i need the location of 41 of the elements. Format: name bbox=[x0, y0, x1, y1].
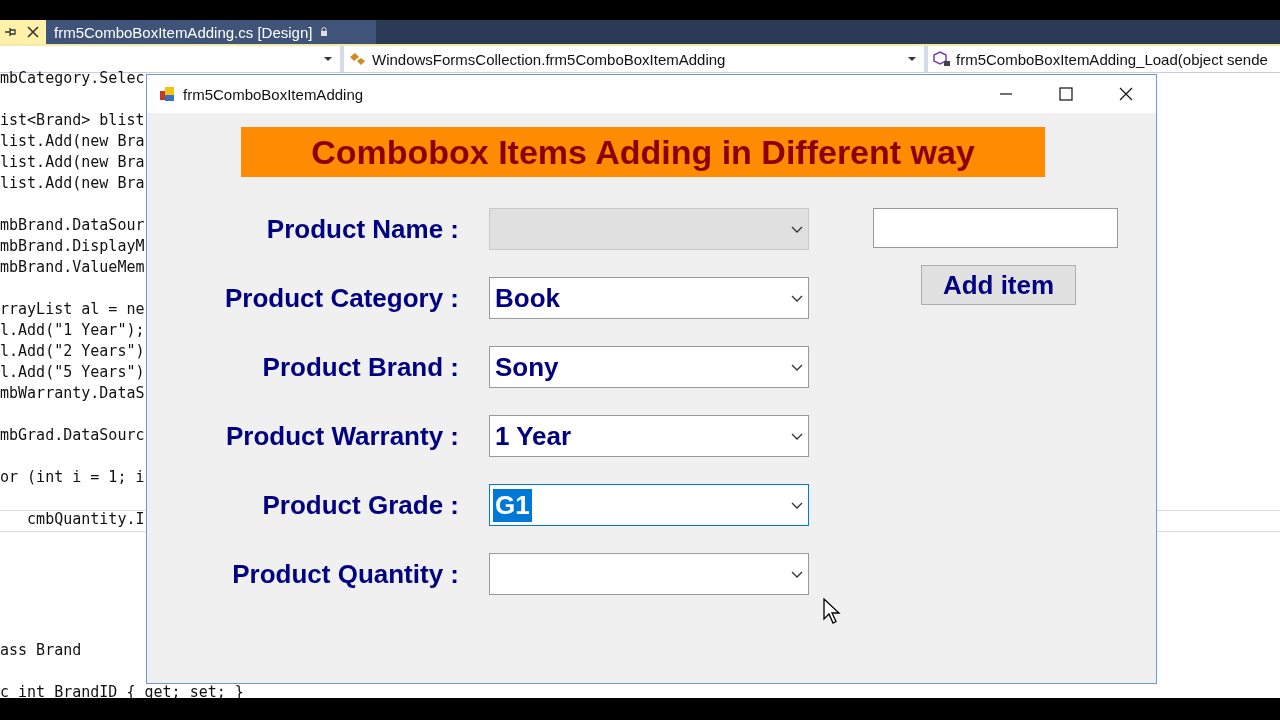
code-line: mbBrand.DataSour bbox=[0, 215, 145, 236]
code-line: list.Add(new Bra bbox=[0, 152, 145, 173]
code-line: list.Add(new Bra bbox=[0, 131, 145, 152]
code-line: ist<Brand> blist bbox=[0, 110, 145, 131]
combo-box[interactable]: Book bbox=[489, 277, 809, 319]
lock-icon bbox=[320, 27, 329, 37]
field-label: Product Brand : bbox=[261, 351, 459, 383]
close-icon[interactable] bbox=[20, 20, 46, 44]
code-line: mbWarranty.DataS bbox=[0, 383, 145, 404]
class-icon bbox=[348, 51, 368, 67]
field-label: Product Warranty : bbox=[224, 420, 459, 452]
mouse-cursor-icon bbox=[823, 598, 841, 624]
field-label: Product Name : bbox=[265, 213, 459, 245]
combo-box[interactable]: G1 bbox=[489, 484, 809, 526]
code-line: cmbQuantity.I bbox=[26, 509, 145, 530]
method-icon bbox=[932, 50, 952, 68]
item-input[interactable] bbox=[873, 208, 1118, 248]
code-line: l.Add("1 Year"); bbox=[0, 320, 145, 341]
editor-tab[interactable]: frm5ComboBoxItemAdding.cs [Design] bbox=[46, 20, 376, 44]
combo-box[interactable]: 1 Year bbox=[489, 415, 809, 457]
pin-icon[interactable] bbox=[0, 20, 20, 44]
form-icon bbox=[159, 86, 175, 102]
code-line: ass Brand bbox=[0, 643, 82, 657]
code-line: l.Add("5 Years") bbox=[0, 362, 145, 383]
field-label: Product Grade : bbox=[261, 489, 459, 521]
member-dropdown[interactable]: frm5ComboBoxItemAdding_Load(object sende bbox=[928, 46, 1280, 72]
banner-title: Combobox Items Adding in Different way bbox=[241, 127, 1045, 177]
add-item-button[interactable]: Add item bbox=[921, 265, 1076, 305]
code-line: mbGrad.DataSourc bbox=[0, 425, 145, 446]
code-line: or (int i = 1; i bbox=[0, 467, 145, 488]
code-line: mbCategory.Selec bbox=[0, 68, 145, 89]
code-line: l.Add("2 Years") bbox=[0, 341, 145, 362]
combo-box[interactable] bbox=[489, 553, 809, 595]
combo-box[interactable]: Sony bbox=[489, 346, 809, 388]
code-line: mbBrand.ValueMem bbox=[0, 257, 145, 278]
code-line: rrayList al = ne bbox=[0, 299, 145, 320]
code-line: mbBrand.DisplayM bbox=[0, 236, 145, 257]
field-label: Product Category : bbox=[223, 282, 459, 314]
code-line: list.Add(new Bra bbox=[0, 173, 145, 194]
field-label: Product Quantity : bbox=[231, 558, 459, 590]
window-title: frm5ComboBoxItemAdding bbox=[183, 85, 364, 103]
